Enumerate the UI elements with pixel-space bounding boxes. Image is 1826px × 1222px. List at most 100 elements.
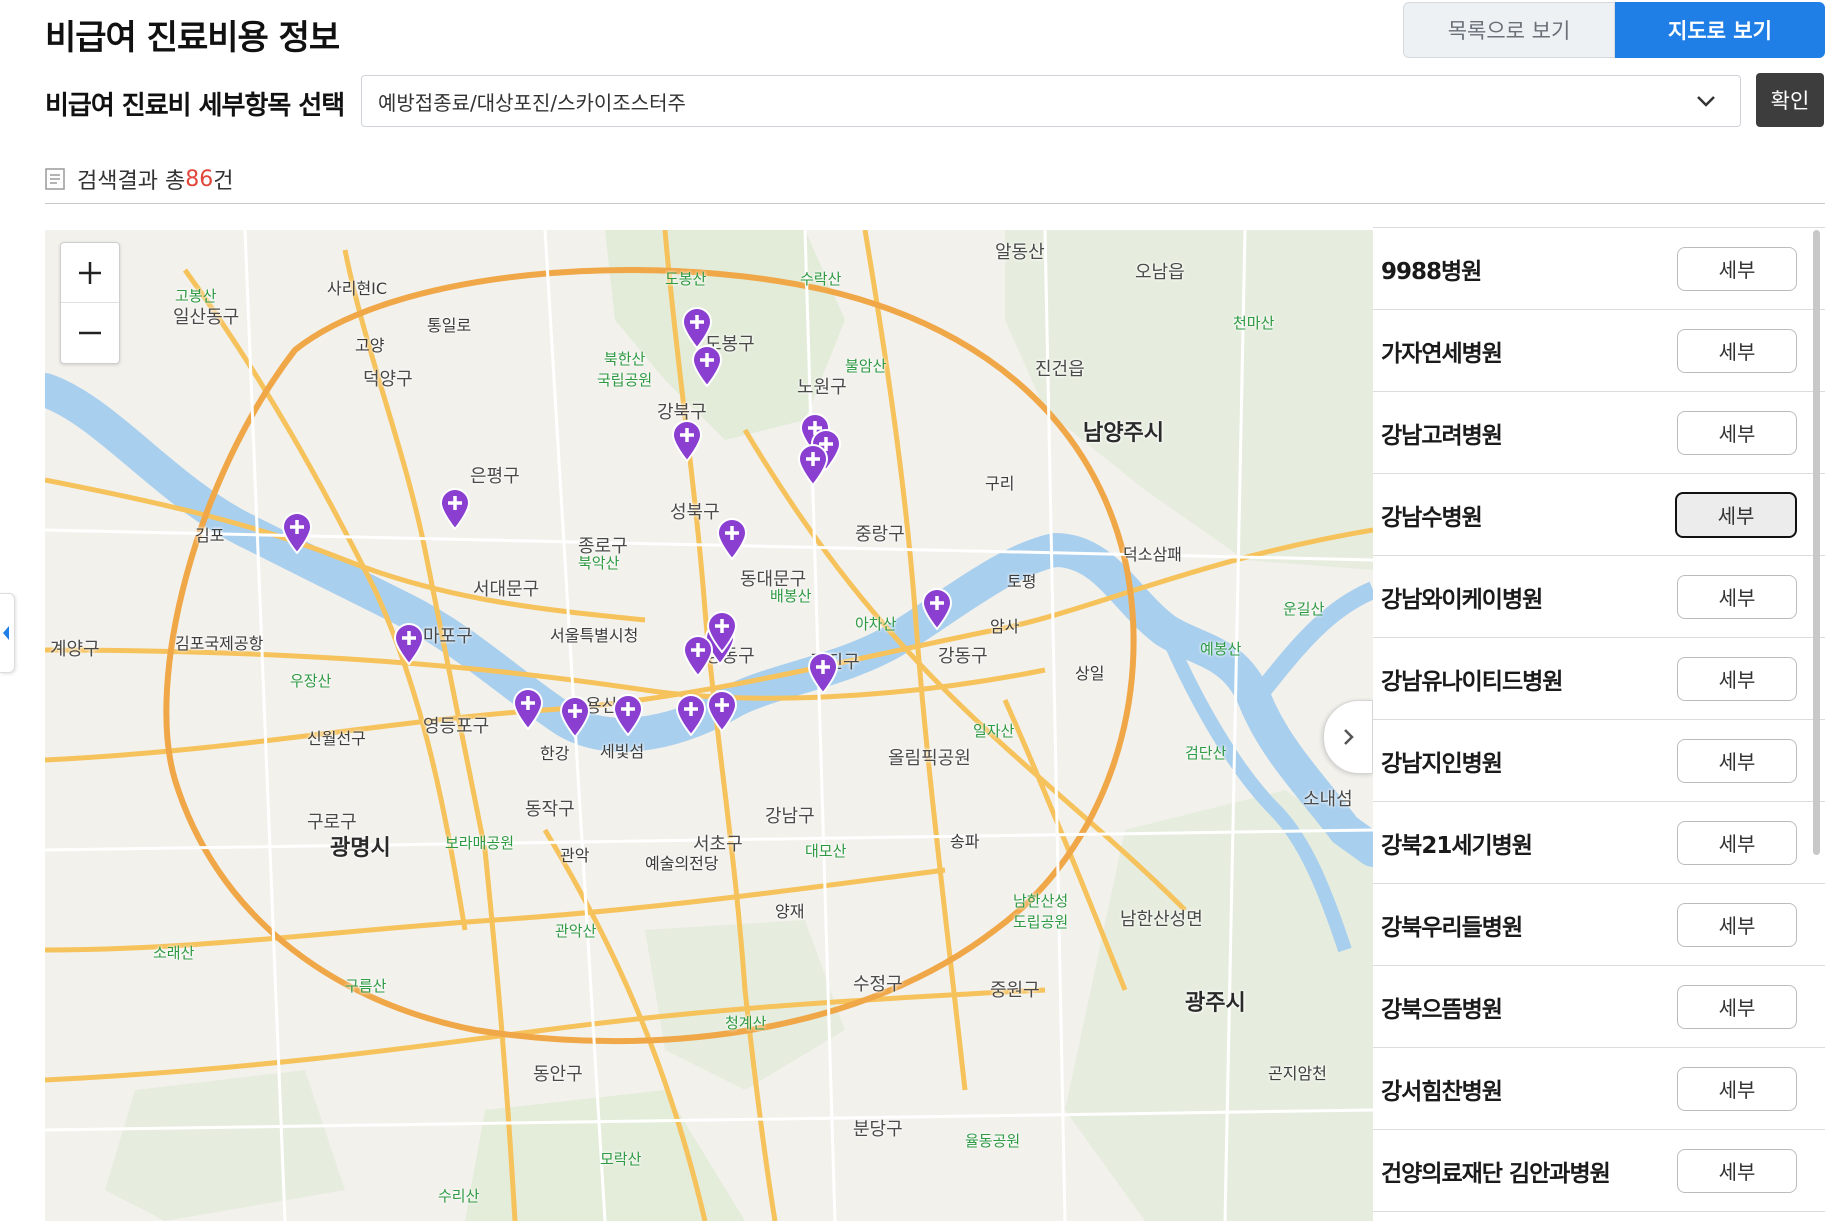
map-label: 수락산 xyxy=(800,270,842,288)
hospital-marker-icon[interactable] xyxy=(921,588,953,630)
caret-left-icon xyxy=(3,626,9,640)
filter-label: 비급여 진료비 세부항목 선택 xyxy=(45,91,345,121)
map-label: 동작구 xyxy=(525,799,575,820)
left-panel-toggle[interactable] xyxy=(0,593,15,673)
hospital-marker-icon[interactable] xyxy=(559,696,591,738)
hospital-marker-icon[interactable] xyxy=(675,694,707,736)
map-label: 신월선구 xyxy=(307,729,366,748)
map-label: 북악산 xyxy=(578,554,620,572)
map-label: 토평 xyxy=(1007,572,1037,591)
hospital-marker-icon[interactable] xyxy=(281,512,313,554)
map-label: 남한산성면 xyxy=(1120,909,1203,930)
chevron-right-icon xyxy=(1344,729,1354,745)
map-label: 배봉산 xyxy=(770,587,812,605)
map-label: 진건읍 xyxy=(1035,359,1085,380)
hospital-marker-icon[interactable] xyxy=(681,307,713,349)
hospital-row: 강북으뜸병원 세부 xyxy=(1373,966,1825,1048)
hospital-list: 9988병원 세부 가자연세병원 세부 강남고려병원 세부 강남수병원 세부 강남와이케이병원 세… xyxy=(1373,227,1825,1222)
hospital-marker-icon[interactable] xyxy=(612,694,644,736)
zoom-out-button[interactable] xyxy=(61,302,119,362)
detail-button[interactable]: 세부 xyxy=(1677,1148,1797,1193)
map-label: 상일 xyxy=(1075,664,1105,683)
map-label: 영등포구 xyxy=(423,716,490,737)
hospital-name: 강서힘찬병원 xyxy=(1381,1078,1503,1105)
map-label: 율동공원 xyxy=(965,1132,1021,1150)
hospital-name: 강북우리들병원 xyxy=(1381,914,1523,941)
map-label: 한강 xyxy=(540,744,570,763)
map-label: 고양 xyxy=(355,336,385,355)
hospital-row: 강남와이케이병원 세부 xyxy=(1373,556,1825,638)
detail-button[interactable]: 세부 xyxy=(1677,410,1797,455)
hospital-name: 강북으뜸병원 xyxy=(1381,996,1503,1023)
map-label: 계양구 xyxy=(50,639,100,660)
detail-button[interactable]: 세부 xyxy=(1677,820,1797,865)
divider xyxy=(45,203,1825,204)
detail-button[interactable]: 세부 xyxy=(1675,491,1797,538)
hospital-row: 건양의료재단 김안과병원 세부 xyxy=(1373,1130,1825,1212)
hospital-name: 강북21세기병원 xyxy=(1381,832,1533,859)
hospital-marker-icon[interactable] xyxy=(807,652,839,694)
hospital-marker-icon[interactable] xyxy=(682,635,714,677)
hospital-name: 강남지인병원 xyxy=(1381,750,1503,777)
hospital-row: 강북21세기병원 세부 xyxy=(1373,802,1825,884)
map-label: 관악 xyxy=(560,846,590,865)
detail-button[interactable]: 세부 xyxy=(1677,1066,1797,1111)
map-label: 대모산 xyxy=(805,842,847,860)
detail-button[interactable]: 세부 xyxy=(1677,328,1797,373)
detail-button[interactable]: 세부 xyxy=(1677,738,1797,783)
map-label: 은평구 xyxy=(470,466,520,487)
map-label: 소내섬 xyxy=(1303,789,1353,810)
map-label: 통일로 xyxy=(427,316,472,335)
hospital-row: 9988병원 세부 xyxy=(1373,228,1825,310)
hospital-marker-icon[interactable] xyxy=(691,345,723,387)
hospital-marker-icon[interactable] xyxy=(512,688,544,730)
map-label: 청계산 xyxy=(725,1014,767,1032)
hospital-row: 강남유나이티드병원 세부 xyxy=(1373,638,1825,720)
map-label: 동안구 xyxy=(533,1064,583,1085)
detail-button[interactable]: 세부 xyxy=(1677,902,1797,947)
map-label: 예술의전당 xyxy=(645,854,719,873)
map-label: 예봉산 xyxy=(1200,640,1242,658)
detail-button[interactable]: 세부 xyxy=(1677,246,1797,291)
confirm-button[interactable]: 확인 xyxy=(1756,73,1824,127)
map-view-button[interactable]: 지도로 보기 xyxy=(1615,2,1825,58)
map-label: 아차산 xyxy=(855,615,897,633)
detail-button[interactable]: 세부 xyxy=(1677,984,1797,1029)
hospital-marker-icon[interactable] xyxy=(797,444,829,486)
hospital-row: 강남고려병원 세부 xyxy=(1373,392,1825,474)
map-label: 광주시 xyxy=(1185,991,1246,1016)
list-scrollbar[interactable] xyxy=(1813,230,1820,855)
map-label: 성북구 xyxy=(670,502,720,523)
map-label: 올림픽공원 xyxy=(888,748,971,769)
hospital-marker-icon[interactable] xyxy=(706,690,738,732)
zoom-in-button[interactable] xyxy=(61,243,119,302)
map-label: 검단산 xyxy=(1185,744,1227,762)
map-label: 서대문구 xyxy=(473,579,540,600)
result-count: 86 xyxy=(185,166,214,192)
view-toggle: 목록으로 보기 지도로 보기 xyxy=(1403,2,1825,58)
hospital-row: 가자연세병원 세부 xyxy=(1373,310,1825,392)
hospital-name: 강남유나이티드병원 xyxy=(1381,668,1563,695)
map-label: 북한산 국립공원 xyxy=(597,350,653,389)
map-label: 구리 xyxy=(985,474,1015,493)
map-label: 중원구 xyxy=(990,980,1040,1001)
map-label: 덕소삼패 xyxy=(1123,545,1182,564)
detail-item-select[interactable]: 예방접종료/대상포진/스카이조스터주 xyxy=(361,75,1741,127)
map-label: 수정구 xyxy=(853,974,903,995)
map-label: 강남구 xyxy=(765,806,815,827)
hospital-row: 강서힘찬병원 세부 xyxy=(1373,1048,1825,1130)
hospital-name: 건양의료재단 김안과병원 xyxy=(1381,1160,1611,1187)
hospital-marker-icon[interactable] xyxy=(671,420,703,462)
map-label: 보라매공원 xyxy=(445,834,515,852)
list-view-button[interactable]: 목록으로 보기 xyxy=(1403,2,1615,58)
map-label: 사리현IC xyxy=(327,279,388,298)
detail-button[interactable]: 세부 xyxy=(1677,574,1797,619)
hospital-marker-icon[interactable] xyxy=(393,623,425,665)
chevron-down-icon xyxy=(1697,96,1715,107)
map-label: 관악산 xyxy=(555,922,597,940)
hospital-marker-icon[interactable] xyxy=(716,518,748,560)
map-label: 노원구 xyxy=(797,377,847,398)
hospital-marker-icon[interactable] xyxy=(439,488,471,530)
map-view[interactable]: 도봉산 수락산 알동산 오남읍 고봉산 일산동구 사리현IC 통일로 고양 덕양… xyxy=(45,230,1373,1221)
detail-button[interactable]: 세부 xyxy=(1677,656,1797,701)
